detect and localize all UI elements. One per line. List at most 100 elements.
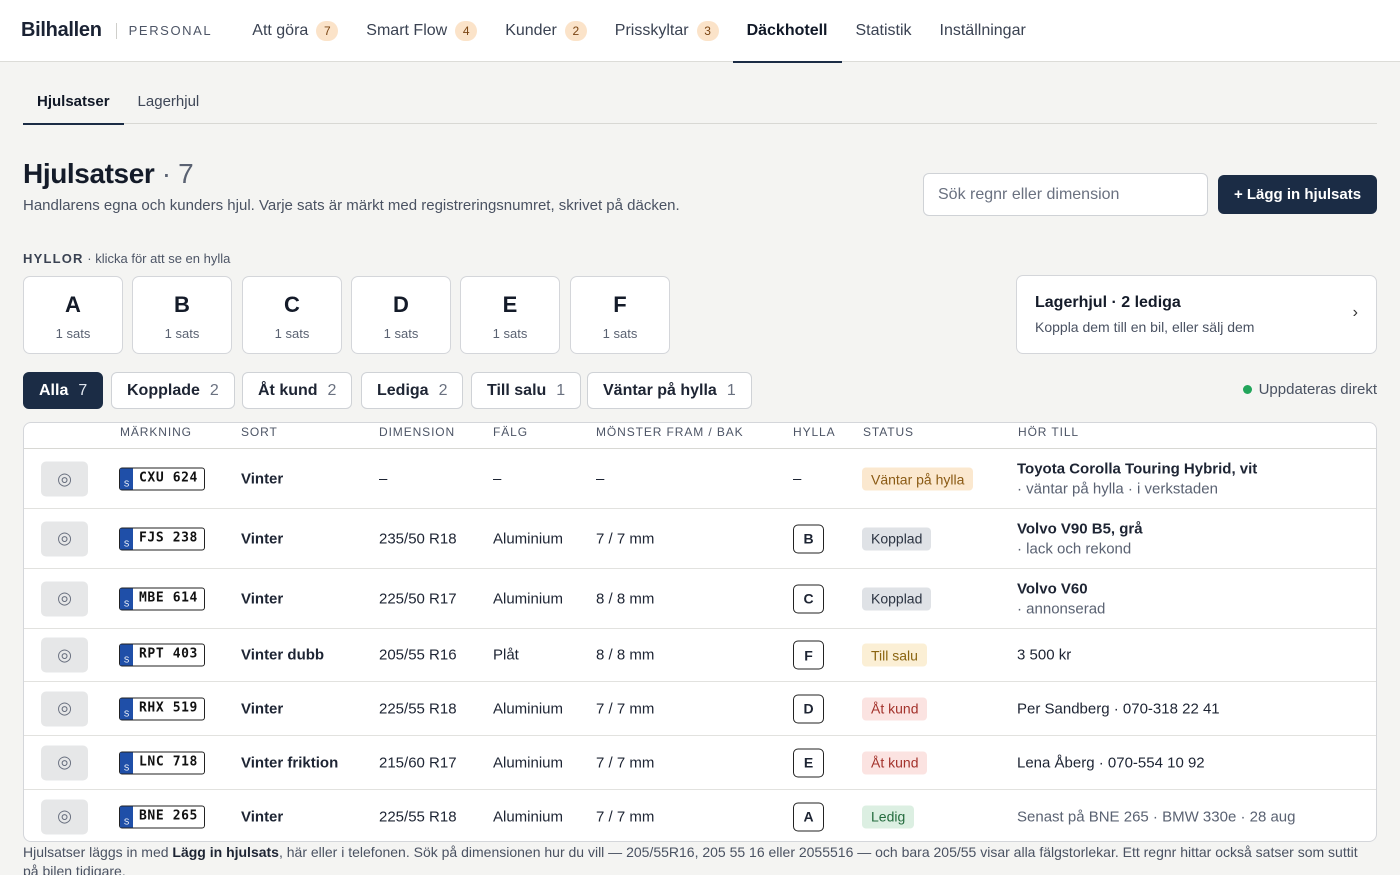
shelf-letter: C <box>284 292 300 317</box>
plate-number: LNC 718 <box>139 754 198 769</box>
eye-icon[interactable]: ◎ <box>41 521 88 556</box>
nav-item-smart-flow[interactable]: Smart Flow 4 <box>352 0 491 62</box>
spare-wheels-card[interactable]: Lagerhjul · 2 lediga Koppla dem till en … <box>1016 275 1377 354</box>
shelf-card-b[interactable]: B 1 sats <box>132 276 232 354</box>
shelf-label-box[interactable]: A <box>793 802 824 831</box>
eye-icon[interactable]: ◎ <box>41 799 88 834</box>
cell-rim: Aluminium <box>493 808 564 825</box>
column-header: DIMENSION <box>379 425 456 439</box>
count-badge: 4 <box>455 20 478 41</box>
wheelsets-table: MÄRKNING SORT DIMENSION FÄLG MÖNSTER FRA… <box>23 422 1377 842</box>
shelf-card-f[interactable]: F 1 sats <box>570 276 670 354</box>
filter-label: Till salu <box>487 381 547 399</box>
shelf-card-e[interactable]: E 1 sats <box>460 276 560 354</box>
eye-icon[interactable]: ◎ <box>41 581 88 616</box>
shelf-label-box[interactable]: F <box>793 640 824 670</box>
shelf-label-box[interactable]: B <box>793 524 824 553</box>
cell-tread: 7 / 7 mm <box>596 700 655 717</box>
shelf-card-a[interactable]: A 1 sats <box>23 276 123 354</box>
cell-dimension: 215/60 R17 <box>379 754 457 771</box>
nav-item-prisskyltar[interactable]: Prisskyltar 3 <box>601 0 733 62</box>
sub-tabs: Hjulsatser Lagerhjul <box>23 78 1377 125</box>
cell-dimension: 225/50 R17 <box>379 590 457 607</box>
table-row[interactable]: ◎ S FJS 238 Vinter 235/50 R18 Aluminium 7… <box>24 509 1376 569</box>
shelves-heading: HYLLOR <box>23 251 84 266</box>
cell-tread: – <box>596 470 605 488</box>
shelf-count: 1 sats <box>602 326 638 341</box>
shelf-count: 1 sats <box>164 326 200 341</box>
cell-shelf: – <box>793 470 802 488</box>
footnote-link-text: Lägg in hjulsats <box>172 844 279 860</box>
table-row[interactable]: ◎ S CXU 624 Vinter – – – – Väntar på hyll… <box>24 450 1376 509</box>
cell-tread: 7 / 7 mm <box>596 754 655 771</box>
nav-label: Prisskyltar <box>614 21 689 39</box>
tab-hjulsatser[interactable]: Hjulsatser <box>23 78 124 125</box>
count-badge: 2 <box>564 20 587 41</box>
table-header: MÄRKNING SORT DIMENSION FÄLG MÖNSTER FRA… <box>24 423 1376 449</box>
filter-lediga[interactable]: Lediga 2 <box>361 372 464 409</box>
brand-subtitle: PERSONAL <box>128 23 213 38</box>
filter-alla[interactable]: Alla 7 <box>23 372 104 409</box>
shelf-card-c[interactable]: C 1 sats <box>242 276 342 354</box>
live-text: Uppdateras direkt <box>1258 381 1377 398</box>
shelf-letter: F <box>613 292 627 317</box>
nav-item-att-gora[interactable]: Att göra 7 <box>238 0 352 62</box>
shelf-label-box[interactable]: C <box>793 584 824 613</box>
filter-till-salu[interactable]: Till salu 1 <box>471 372 582 409</box>
top-navigation-bar: Bilhallen PERSONAL Att göra 7 Smart Flow 4… <box>0 0 1400 63</box>
nav-label: Smart Flow <box>366 21 448 39</box>
cell-sort: Vinter dubb <box>241 646 325 664</box>
brand[interactable]: Bilhallen PERSONAL <box>21 19 212 42</box>
table-row[interactable]: ◎ S BNE 265 Vinter 225/55 R18 Aluminium 7… <box>24 790 1376 841</box>
nav-item-kunder[interactable]: Kunder 2 <box>491 0 601 62</box>
table-row[interactable]: ◎ S LNC 718 Vinter friktion 215/60 R17 Al… <box>24 736 1376 790</box>
filter-count: 1 <box>556 381 566 399</box>
table-row[interactable]: ◎ S MBE 614 Vinter 225/50 R17 Aluminium 8… <box>24 569 1376 629</box>
owner-note: · väntar på hylla · i verkstaden <box>1017 480 1218 498</box>
filter-label: Åt kund <box>258 381 318 399</box>
cell-rim: Aluminium <box>493 530 564 547</box>
license-plate: S MBE 614 <box>119 587 205 610</box>
license-plate: S RHX 519 <box>119 697 205 720</box>
cell-owner: Senast på BNE 265 · BMW 330e · 28 aug <box>1017 808 1296 825</box>
eye-icon[interactable]: ◎ <box>41 461 88 497</box>
nav-item-dackhotell[interactable]: Däckhotell <box>732 0 842 63</box>
cell-dimension: 235/50 R18 <box>379 530 457 547</box>
eye-icon[interactable]: ◎ <box>41 637 88 673</box>
cell-sort: Vinter <box>241 808 284 825</box>
filter-count: 1 <box>726 381 736 399</box>
nav-label: Inställningar <box>939 21 1026 39</box>
page-description: Handlarens egna och kunders hjul. Varje … <box>23 197 680 214</box>
plate-number: CXU 624 <box>139 470 198 486</box>
search-input[interactable] <box>923 173 1208 216</box>
nav-label: Statistik <box>855 21 912 39</box>
shelf-card-d[interactable]: D 1 sats <box>351 276 451 354</box>
eye-icon[interactable]: ◎ <box>41 691 88 726</box>
plate-number: RHX 519 <box>139 700 198 715</box>
table-row[interactable]: ◎ S RPT 403 Vinter dubb 205/55 R16 Plåt 8… <box>24 629 1376 682</box>
nav-item-installningar[interactable]: Inställningar <box>926 0 1040 62</box>
shelf-letter: A <box>65 292 81 317</box>
tab-lagerhjul[interactable]: Lagerhjul <box>124 78 214 124</box>
eu-band: S <box>120 698 133 719</box>
nav-item-statistik[interactable]: Statistik <box>842 0 926 62</box>
table-row[interactable]: ◎ S RHX 519 Vinter 225/55 R18 Aluminium 7… <box>24 682 1376 736</box>
filter-kopplade[interactable]: Kopplade 2 <box>111 372 235 409</box>
owner-name: Toyota Corolla Touring Hybrid, vit <box>1017 460 1258 478</box>
shelf-label-box[interactable]: D <box>793 694 824 723</box>
owner-contact: Per Sandberg · 070-318 22 41 <box>1017 700 1220 717</box>
cell-tread: 7 / 7 mm <box>596 530 655 547</box>
filter-vantar-pa-hylla[interactable]: Väntar på hylla 1 <box>587 372 752 409</box>
filter-at-kund[interactable]: Åt kund 2 <box>242 372 353 409</box>
status-badge: Kopplad <box>862 527 932 550</box>
footnote: Hjulsatser läggs in med Lägg in hjulsats… <box>23 843 1377 875</box>
shelf-label-box[interactable]: E <box>793 748 824 777</box>
nav-label: Däckhotell <box>746 21 828 39</box>
add-wheelset-button[interactable]: + Lägg in hjulsats <box>1218 175 1377 214</box>
column-header: MÖNSTER FRAM / BAK <box>596 425 744 439</box>
filter-count: 2 <box>327 381 337 399</box>
cell-tread: 8 / 8 mm <box>596 646 655 664</box>
status-badge: Kopplad <box>862 587 932 610</box>
eye-icon[interactable]: ◎ <box>41 745 88 780</box>
owner-price: 3 500 kr <box>1017 646 1072 664</box>
